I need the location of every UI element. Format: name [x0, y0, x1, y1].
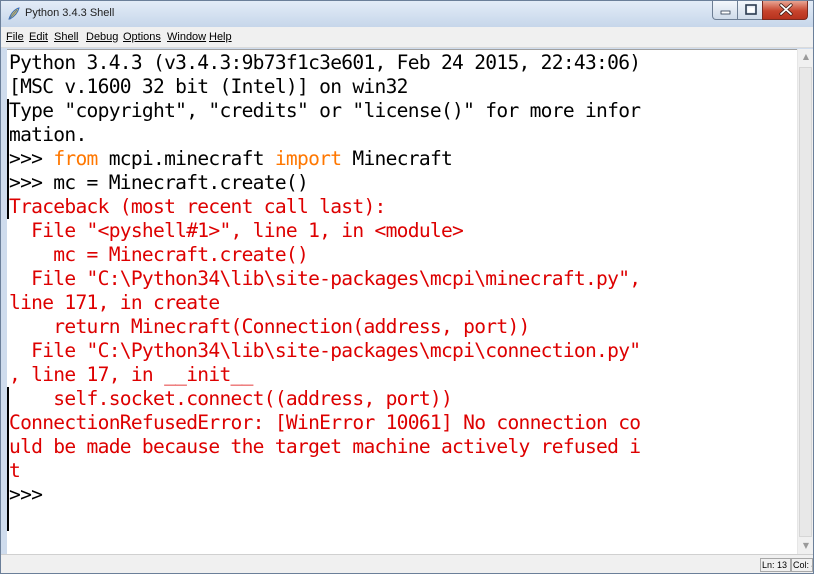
menu-edit[interactable]: Edit	[29, 31, 48, 43]
keyword-token: from	[53, 147, 98, 170]
text-token: , line 17, in __init__	[9, 363, 253, 386]
status-column-number: Col: 4	[791, 558, 813, 572]
text-token: [MSC v.1600 32 bit (Intel)] on win32	[9, 75, 408, 98]
menu-bar: File Edit Shell Debug Options Window Hel…	[1, 27, 813, 48]
shell-line: Python 3.4.3 (v3.4.3:9b73f1c3e601, Feb 2…	[9, 51, 641, 75]
text-token: mc = Minecraft.create()	[9, 243, 309, 266]
scrollbar-thumb[interactable]	[799, 67, 812, 537]
status-bar: Ln: 13 Col: 4	[1, 554, 813, 573]
text-token: uld be made because the target machine a…	[9, 435, 641, 458]
text-token: File "C:\Python34\lib\site-packages\mcpi…	[9, 267, 641, 290]
menu-help[interactable]: Help	[209, 31, 232, 43]
text-token: Traceback (most recent call last):	[9, 195, 386, 218]
shell-line: line 171, in create	[9, 291, 220, 315]
shell-line: [MSC v.1600 32 bit (Intel)] on win32	[9, 75, 408, 99]
menu-shell[interactable]: Shell	[54, 31, 78, 43]
shell-line: File "<pyshell#1>", line 1, in <module>	[9, 219, 464, 243]
text-token: self.socket.connect((address, port))	[9, 387, 453, 410]
text-token: File "<pyshell#1>", line 1, in <module>	[9, 219, 464, 242]
shell-line: mation.	[9, 123, 87, 147]
text-token: Minecraft	[341, 147, 453, 170]
text-token: return Minecraft(Connection(address, por…	[9, 315, 530, 338]
shell-line: >>> mc = Minecraft.create()	[9, 171, 309, 195]
shell-line: return Minecraft(Connection(address, por…	[9, 315, 530, 339]
scroll-up-arrow-icon[interactable]: ▲	[801, 52, 811, 62]
vertical-scrollbar[interactable]: ▲ ▼	[797, 49, 813, 554]
shell-line: mc = Minecraft.create()	[9, 243, 309, 267]
text-token: File "C:\Python34\lib\site-packages\mcpi…	[9, 339, 641, 362]
shell-line: File "C:\Python34\lib\site-packages\mcpi…	[9, 267, 641, 291]
minimize-icon	[720, 10, 731, 15]
shell-line: t	[9, 459, 21, 483]
shell-line: File "C:\Python34\lib\site-packages\mcpi…	[9, 339, 641, 363]
menu-debug[interactable]: Debug	[86, 31, 118, 43]
text-token: >>> mc = Minecraft.create()	[9, 171, 309, 194]
text-token: line 171, in create	[9, 291, 220, 314]
minimize-button[interactable]	[712, 1, 738, 20]
shell-line: , line 17, in __init__	[9, 363, 253, 387]
maximize-icon	[745, 4, 757, 15]
text-token: Type "copyright", "credits" or "license(…	[9, 99, 641, 122]
shell-text-area[interactable]: Python 3.4.3 (v3.4.3:9b73f1c3e601, Feb 2…	[7, 49, 797, 555]
python-feather-icon	[8, 7, 20, 20]
idle-shell-window: Python 3.4.3 Shell File Edit Shell Debug…	[0, 0, 814, 574]
keyword-token: import	[274, 147, 342, 170]
status-line-number: Ln: 13	[760, 558, 791, 572]
shell-line: >>>	[9, 483, 53, 507]
close-icon	[779, 3, 793, 16]
text-token: mcpi.minecraft	[97, 147, 275, 170]
maximize-button[interactable]	[737, 1, 763, 20]
menu-options[interactable]: Options	[123, 31, 161, 43]
title-bar[interactable]: Python 3.4.3 Shell	[1, 1, 813, 27]
text-token: >>>	[9, 483, 54, 506]
text-token: ConnectionRefusedError: [WinError 10061]…	[9, 411, 641, 434]
menu-file[interactable]: File	[6, 31, 24, 43]
shell-line: ConnectionRefusedError: [WinError 10061]…	[9, 411, 641, 435]
shell-line: self.socket.connect((address, port))	[9, 387, 452, 411]
scroll-down-arrow-icon[interactable]: ▼	[801, 541, 811, 551]
close-button[interactable]	[762, 1, 808, 20]
text-token: >>>	[9, 147, 54, 170]
text-token: mation.	[9, 123, 87, 146]
text-token: Python 3.4.3 (v3.4.3:9b73f1c3e601, Feb 2…	[9, 51, 641, 74]
menu-window[interactable]: Window	[167, 31, 206, 43]
shell-line: uld be made because the target machine a…	[9, 435, 641, 459]
shell-line: Traceback (most recent call last):	[9, 195, 386, 219]
text-token: t	[9, 459, 21, 482]
shell-line: >>> from mcpi.minecraft import Minecraft	[9, 147, 453, 171]
window-title: Python 3.4.3 Shell	[25, 7, 115, 19]
shell-line: Type "copyright", "credits" or "license(…	[9, 99, 641, 123]
